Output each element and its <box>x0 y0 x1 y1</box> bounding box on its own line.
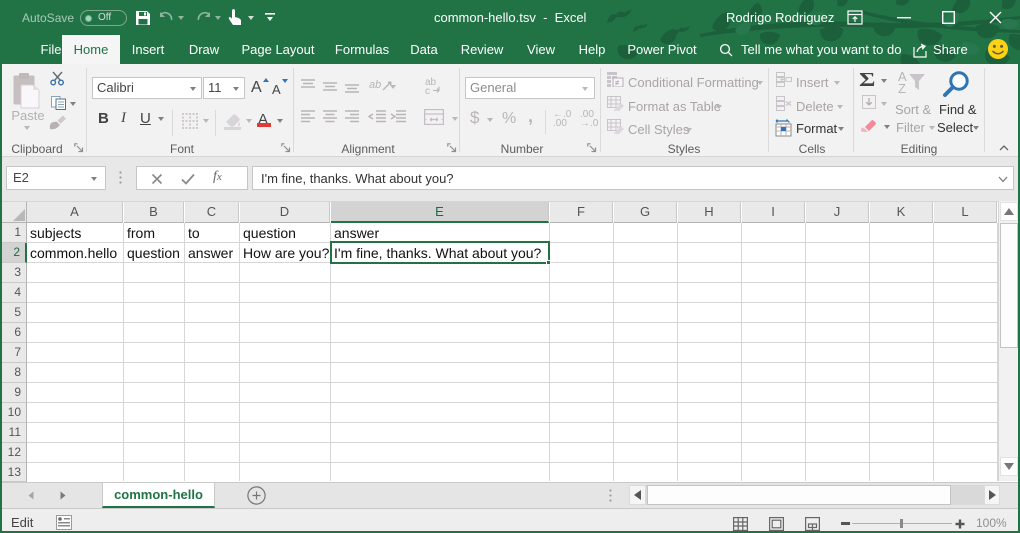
svg-text:≠: ≠ <box>615 79 620 88</box>
svg-text:ab: ab <box>369 79 381 91</box>
svg-text:c: c <box>425 86 430 95</box>
